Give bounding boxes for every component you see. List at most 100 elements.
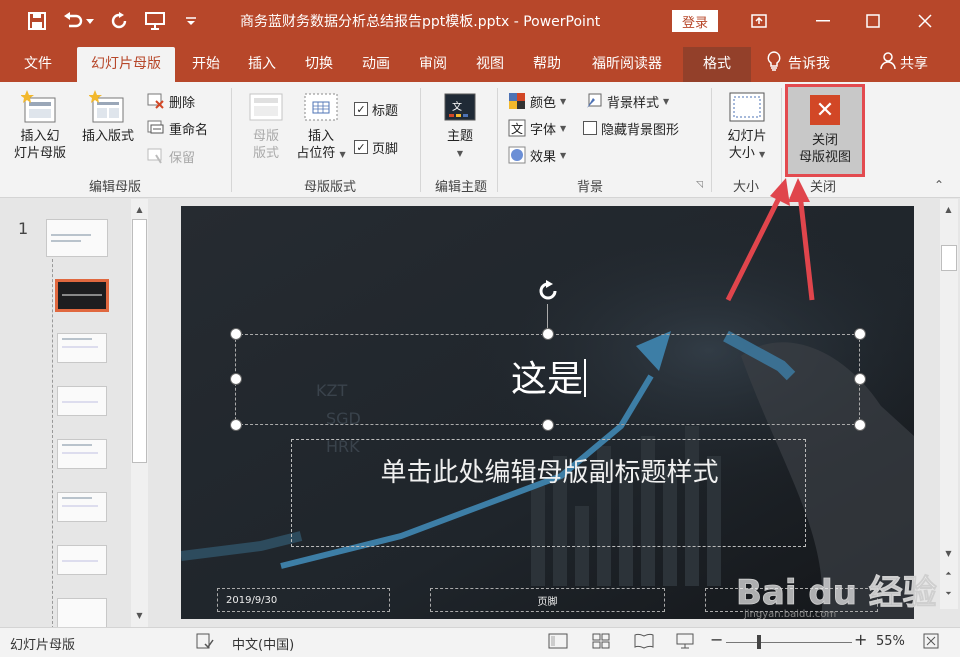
footer-placeholder[interactable]: 页脚 [430, 588, 665, 612]
zoom-slider-track[interactable] [726, 642, 852, 643]
share-button[interactable]: 共享 [880, 50, 928, 76]
scrollbar-thumb[interactable] [132, 219, 147, 463]
resize-handle[interactable] [854, 328, 866, 340]
delete-button[interactable]: 删除 [147, 90, 195, 112]
zoom-out-icon[interactable]: − [710, 630, 723, 649]
title-text[interactable]: 这是 [236, 359, 861, 401]
close-window-icon[interactable] [910, 6, 940, 36]
scroll-down-icon[interactable]: ▼ [940, 545, 957, 562]
background-styles-button[interactable]: 背景样式 ▼ [585, 90, 669, 112]
insert-placeholder-text: 占位符 [296, 146, 336, 161]
undo-dropdown-icon[interactable] [84, 10, 96, 32]
customize-toolbar-icon[interactable] [180, 10, 202, 32]
resize-handle[interactable] [542, 328, 554, 340]
rename-button[interactable]: 重命名 [147, 117, 208, 139]
minimize-icon[interactable] [808, 6, 838, 36]
subtitle-placeholder[interactable]: 单击此处编辑母版副标题样式 [291, 439, 806, 547]
close-master-view-button[interactable]: ✕ 关闭 母版视图 [785, 84, 865, 177]
spelling-check-icon[interactable] [196, 632, 214, 654]
scroll-down-icon[interactable]: ▼ [131, 607, 148, 624]
slide-vertical-scrollbar[interactable]: ▲ ▼ ⏶ ⏷ [940, 199, 958, 609]
resize-handle[interactable] [854, 419, 866, 431]
date-placeholder[interactable]: 2019/9/30 [217, 588, 390, 612]
resize-handle[interactable] [542, 419, 554, 431]
ribbon-display-options-icon[interactable] [744, 6, 774, 36]
slide-size-text: 大小 [728, 146, 755, 161]
close-master-view-label-2: 母版视图 [798, 150, 851, 165]
tab-foxit-reader[interactable]: 福昕阅读器 [580, 47, 674, 82]
zoom-level[interactable]: 55% [876, 634, 905, 649]
tab-animations[interactable]: 动画 [352, 47, 400, 82]
layout-thumbnail[interactable] [57, 545, 107, 575]
title-checkbox[interactable]: ✓ 标题 [354, 98, 398, 120]
layout-thumbnail[interactable] [57, 492, 107, 522]
slideshow-icon[interactable] [676, 632, 694, 654]
resize-handle[interactable] [230, 328, 242, 340]
insert-placeholder-button[interactable]: 插入 占位符 ▼ [290, 90, 352, 163]
tab-help[interactable]: 帮助 [523, 47, 571, 82]
preserve-button[interactable]: 保留 [147, 145, 195, 167]
normal-view-icon[interactable] [548, 632, 568, 654]
tell-me-box[interactable]: 告诉我 [766, 50, 830, 76]
thumbnail-scrollbar[interactable]: ▲ ▼ [131, 199, 148, 627]
tab-review[interactable]: 审阅 [409, 47, 457, 82]
title-checkbox-box[interactable]: ✓ [354, 102, 368, 116]
tab-file[interactable]: 文件 [14, 47, 62, 82]
tab-format[interactable]: 格式 [683, 47, 751, 82]
effects-button[interactable]: 效果 ▼ [508, 144, 566, 166]
zoom-in-icon[interactable]: + [854, 630, 867, 649]
fit-to-window-icon[interactable] [922, 632, 940, 654]
tab-view[interactable]: 视图 [466, 47, 514, 82]
save-icon[interactable] [26, 10, 48, 32]
maximize-icon[interactable] [858, 6, 888, 36]
collapse-ribbon-icon[interactable]: ⌃ [934, 178, 944, 192]
slide-size-button[interactable]: 幻灯片 大小 ▼ [718, 90, 776, 163]
layout-thumbnail-selected[interactable] [55, 279, 109, 312]
login-button[interactable]: 登录 [672, 10, 718, 32]
themes-button[interactable]: 文 主题 ▼ [434, 90, 486, 162]
title-placeholder[interactable]: 这是 [235, 334, 860, 425]
resize-handle[interactable] [854, 373, 866, 385]
scrollbar-thumb[interactable] [941, 245, 957, 271]
tab-slide-master[interactable]: 幻灯片母版 [77, 47, 175, 82]
tab-home[interactable]: 开始 [182, 47, 230, 82]
insert-layout-button[interactable]: 插入版式 [76, 90, 140, 145]
layout-thumbnail[interactable] [57, 386, 107, 416]
resize-handle[interactable] [230, 419, 242, 431]
dialog-launcher-icon[interactable]: ◹ [696, 180, 703, 190]
fonts-button[interactable]: 文 字体 ▼ [508, 117, 566, 139]
tab-transitions[interactable]: 切换 [295, 47, 343, 82]
start-from-beginning-icon[interactable] [144, 10, 166, 32]
date-text: 2019/9/30 [226, 594, 278, 606]
redo-icon[interactable] [108, 10, 130, 32]
scroll-up-icon[interactable]: ▲ [940, 201, 957, 218]
colors-button[interactable]: 颜色 ▼ [508, 90, 566, 112]
insert-placeholder-label-2: 占位符 ▼ [290, 145, 352, 163]
insert-slide-master-button[interactable]: 插入幻 灯片母版 [8, 90, 72, 162]
layout-thumbnail[interactable] [57, 439, 107, 469]
master-layout-button[interactable]: 母版 版式 [240, 90, 292, 162]
slide-number: 1 [18, 219, 29, 238]
scroll-up-icon[interactable]: ▲ [131, 201, 148, 218]
hide-background-checkbox-box[interactable] [583, 121, 597, 135]
layout-thumbnail[interactable] [57, 598, 107, 628]
subtitle-text[interactable]: 单击此处编辑母版副标题样式 [292, 452, 807, 489]
slide-sorter-icon[interactable] [592, 632, 610, 654]
layout-thumbnail[interactable] [57, 333, 107, 363]
group-separator [420, 88, 421, 192]
footer-checkbox-box[interactable]: ✓ [354, 140, 368, 154]
master-thumbnail[interactable] [46, 219, 108, 257]
language-indicator[interactable]: 中文(中国) [232, 634, 294, 653]
insert-layout-icon [88, 90, 127, 124]
reading-view-icon[interactable] [634, 632, 654, 654]
hide-background-checkbox[interactable]: 隐藏背景图形 [583, 117, 679, 139]
resize-handle[interactable] [230, 373, 242, 385]
insert-slide-master-label-1: 插入幻 [20, 129, 60, 144]
footer-checkbox[interactable]: ✓ 页脚 [354, 136, 398, 158]
zoom-slider-thumb[interactable] [757, 635, 761, 649]
group-separator [497, 88, 498, 192]
rotate-handle-icon[interactable] [535, 278, 561, 304]
close-master-view-label: 关闭 母版视图 [788, 132, 862, 166]
tab-insert[interactable]: 插入 [238, 47, 286, 82]
undo-icon[interactable] [62, 10, 84, 32]
